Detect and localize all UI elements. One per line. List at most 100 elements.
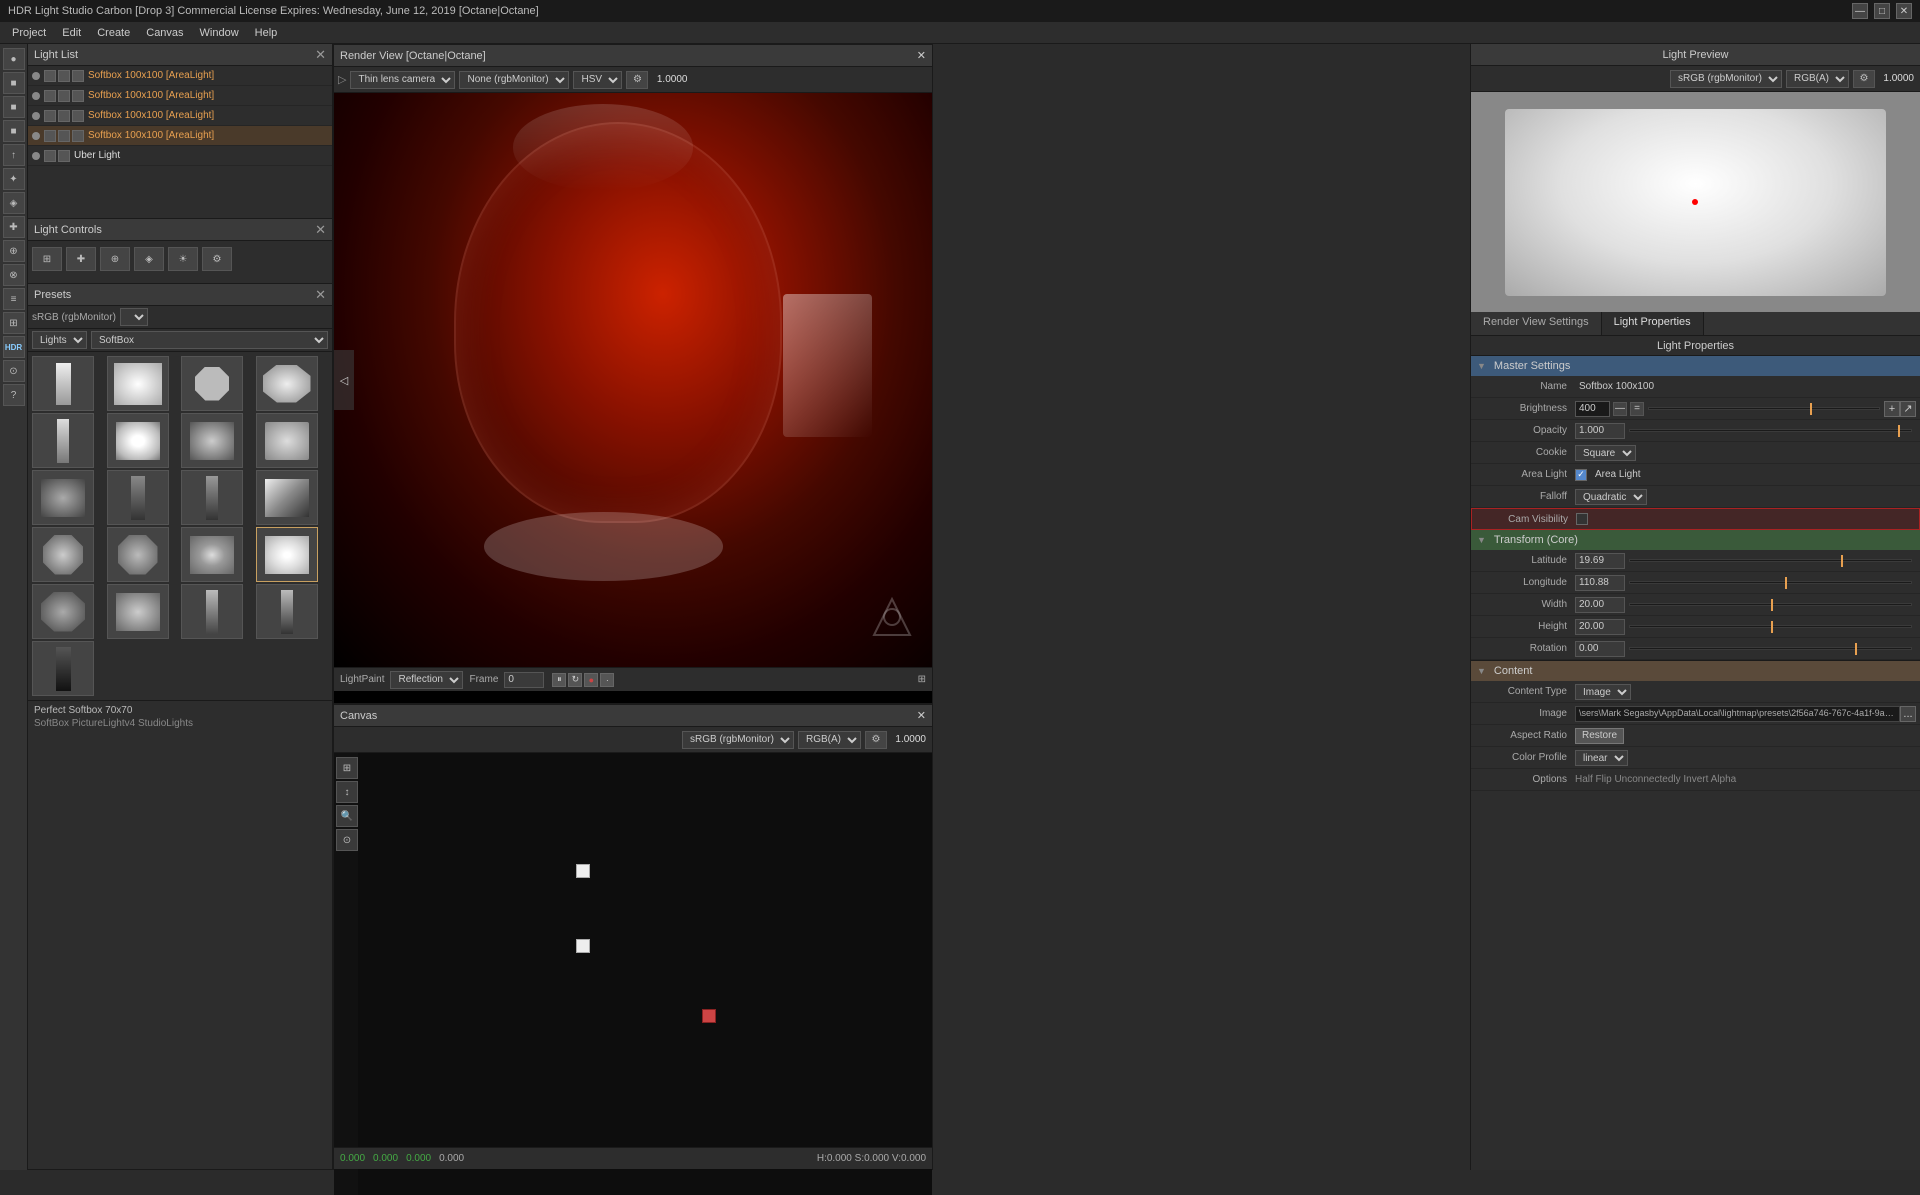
preset-4[interactable] <box>256 356 318 411</box>
toolbar-icon-7[interactable]: ✚ <box>3 216 25 238</box>
menu-edit[interactable]: Edit <box>54 25 89 41</box>
falloff-dropdown[interactable]: Quadratic <box>1575 489 1647 505</box>
toolbar-icon-9[interactable]: ⊗ <box>3 264 25 286</box>
toolbar-icon-1[interactable]: ● <box>3 48 25 70</box>
preset-1[interactable] <box>32 356 94 411</box>
ctrl-move-btn[interactable]: ⊞ <box>32 247 62 271</box>
cookie-dropdown[interactable]: Square <box>1575 445 1636 461</box>
toolbar-icon-question[interactable]: ? <box>3 384 25 406</box>
presets-color-dropdown[interactable] <box>120 308 148 326</box>
menu-canvas[interactable]: Canvas <box>138 25 191 41</box>
render-settings-icon[interactable]: ⚙ <box>626 71 648 89</box>
close-button[interactable]: ✕ <box>1896 3 1912 19</box>
canvas-monitor-dropdown[interactable]: sRGB (rgbMonitor) <box>682 731 794 749</box>
preset-5[interactable] <box>32 413 94 468</box>
brightness-input[interactable] <box>1575 401 1610 417</box>
preview-colorspace-dropdown[interactable]: RGB(A) <box>1786 70 1849 88</box>
ctrl-reflect-btn[interactable]: ◈ <box>134 247 164 271</box>
maximize-button[interactable]: □ <box>1874 3 1890 19</box>
light-controls-close[interactable]: ✕ <box>315 222 326 238</box>
presets-softbox-dropdown[interactable]: SoftBox <box>91 331 328 349</box>
toolbar-icon-10[interactable]: ≡ <box>3 288 25 310</box>
content-type-dropdown[interactable]: Image <box>1575 684 1631 700</box>
rotation-input[interactable] <box>1575 641 1625 657</box>
brightness-slider[interactable] <box>1648 401 1880 417</box>
toolbar-icon-4[interactable]: ■ <box>3 120 25 142</box>
canvas-settings-icon[interactable]: ⚙ <box>865 731 887 749</box>
colorspace-dropdown[interactable]: HSV <box>573 71 622 89</box>
monitor-dropdown[interactable]: None (rgbMonitor) <box>459 71 569 89</box>
light-item-1[interactable]: Softbox 100x100 [AreaLight] <box>28 66 332 86</box>
brightness-expand-btn[interactable]: ↗ <box>1900 401 1916 417</box>
preset-3[interactable] <box>181 356 243 411</box>
area-light-checkbox[interactable]: ✓ <box>1575 469 1587 481</box>
canvas-close-icon[interactable]: ✕ <box>917 709 926 722</box>
toolbar-icon-11[interactable]: ⊞ <box>3 312 25 334</box>
toolbar-icon-8[interactable]: ⊕ <box>3 240 25 262</box>
rotation-slider[interactable] <box>1629 641 1912 657</box>
toolbar-icon-arrow[interactable]: ↑ <box>3 144 25 166</box>
light-item-4[interactable]: Softbox 100x100 [AreaLight] <box>28 126 332 146</box>
preset-17[interactable] <box>32 584 94 639</box>
latitude-input[interactable] <box>1575 553 1625 569</box>
tab-light-properties[interactable]: Light Properties <box>1602 312 1704 335</box>
longitude-input[interactable] <box>1575 575 1625 591</box>
presets-close[interactable]: ✕ <box>315 287 326 303</box>
menu-help[interactable]: Help <box>247 25 286 41</box>
toolbar-icon-hdr[interactable]: HDR <box>3 336 25 358</box>
render-footer-btn[interactable]: ⊞ <box>918 674 926 685</box>
preset-9[interactable] <box>32 470 94 525</box>
preset-14[interactable] <box>107 527 169 582</box>
preview-settings-icon[interactable]: ⚙ <box>1853 70 1875 88</box>
preset-19[interactable] <box>181 584 243 639</box>
height-input[interactable] <box>1575 619 1625 635</box>
toolbar-icon-12[interactable]: ⊙ <box>3 360 25 382</box>
ctrl-sun-btn[interactable]: ☀ <box>168 247 198 271</box>
opacity-slider[interactable] <box>1629 423 1912 439</box>
preset-18[interactable] <box>107 584 169 639</box>
toolbar-icon-2[interactable]: ■ <box>3 72 25 94</box>
preset-6[interactable] <box>107 413 169 468</box>
menu-window[interactable]: Window <box>192 25 247 41</box>
image-browse-btn[interactable]: ... <box>1900 706 1916 722</box>
canvas-colorspace-dropdown[interactable]: RGB(A) <box>798 731 861 749</box>
refresh-button[interactable]: ↻ <box>568 673 582 687</box>
canvas-nav-2[interactable]: ↕ <box>336 781 358 803</box>
presets-lights-dropdown[interactable]: Lights <box>32 331 87 349</box>
preset-21[interactable] <box>32 641 94 696</box>
canvas-nav-3[interactable]: 🔍 <box>336 805 358 827</box>
minimize-button[interactable]: — <box>1852 3 1868 19</box>
menu-create[interactable]: Create <box>89 25 138 41</box>
light-item-2[interactable]: Softbox 100x100 [AreaLight] <box>28 86 332 106</box>
nav-left-icon[interactable]: ◁ <box>334 350 354 410</box>
ctrl-scale-btn[interactable]: ⊕ <box>100 247 130 271</box>
preset-16[interactable] <box>256 527 318 582</box>
width-slider[interactable] <box>1629 597 1912 613</box>
frame-input[interactable] <box>504 672 544 688</box>
height-slider[interactable] <box>1629 619 1912 635</box>
restore-button[interactable]: Restore <box>1575 728 1624 744</box>
light-item-5[interactable]: Uber Light <box>28 146 332 166</box>
toolbar-icon-3[interactable]: ■ <box>3 96 25 118</box>
ctrl-settings-btn[interactable]: ⚙ <box>202 247 232 271</box>
canvas-nav-1[interactable]: ⊞ <box>336 757 358 779</box>
opacity-input[interactable] <box>1575 423 1625 439</box>
brightness-plus-btn[interactable]: + <box>1884 401 1900 417</box>
dot-button[interactable]: · <box>600 673 614 687</box>
light-list-close[interactable]: ✕ <box>315 47 326 63</box>
preset-15[interactable] <box>181 527 243 582</box>
preset-11[interactable] <box>181 470 243 525</box>
toolbar-icon-5[interactable]: ✦ <box>3 168 25 190</box>
width-input[interactable] <box>1575 597 1625 613</box>
toolbar-icon-6[interactable]: ◈ <box>3 192 25 214</box>
camera-dropdown[interactable]: Thin lens camera <box>350 71 455 89</box>
tab-render-view-settings[interactable]: Render View Settings <box>1471 312 1602 335</box>
preview-monitor-dropdown[interactable]: sRGB (rgbMonitor) <box>1670 70 1782 88</box>
menu-project[interactable]: Project <box>4 25 54 41</box>
longitude-slider[interactable] <box>1629 575 1912 591</box>
brightness-equals-btn[interactable]: = <box>1630 402 1644 416</box>
preset-7[interactable] <box>181 413 243 468</box>
color-profile-dropdown[interactable]: linear <box>1575 750 1628 766</box>
preset-2[interactable] <box>107 356 169 411</box>
brightness-minus-btn[interactable]: — <box>1613 402 1627 416</box>
